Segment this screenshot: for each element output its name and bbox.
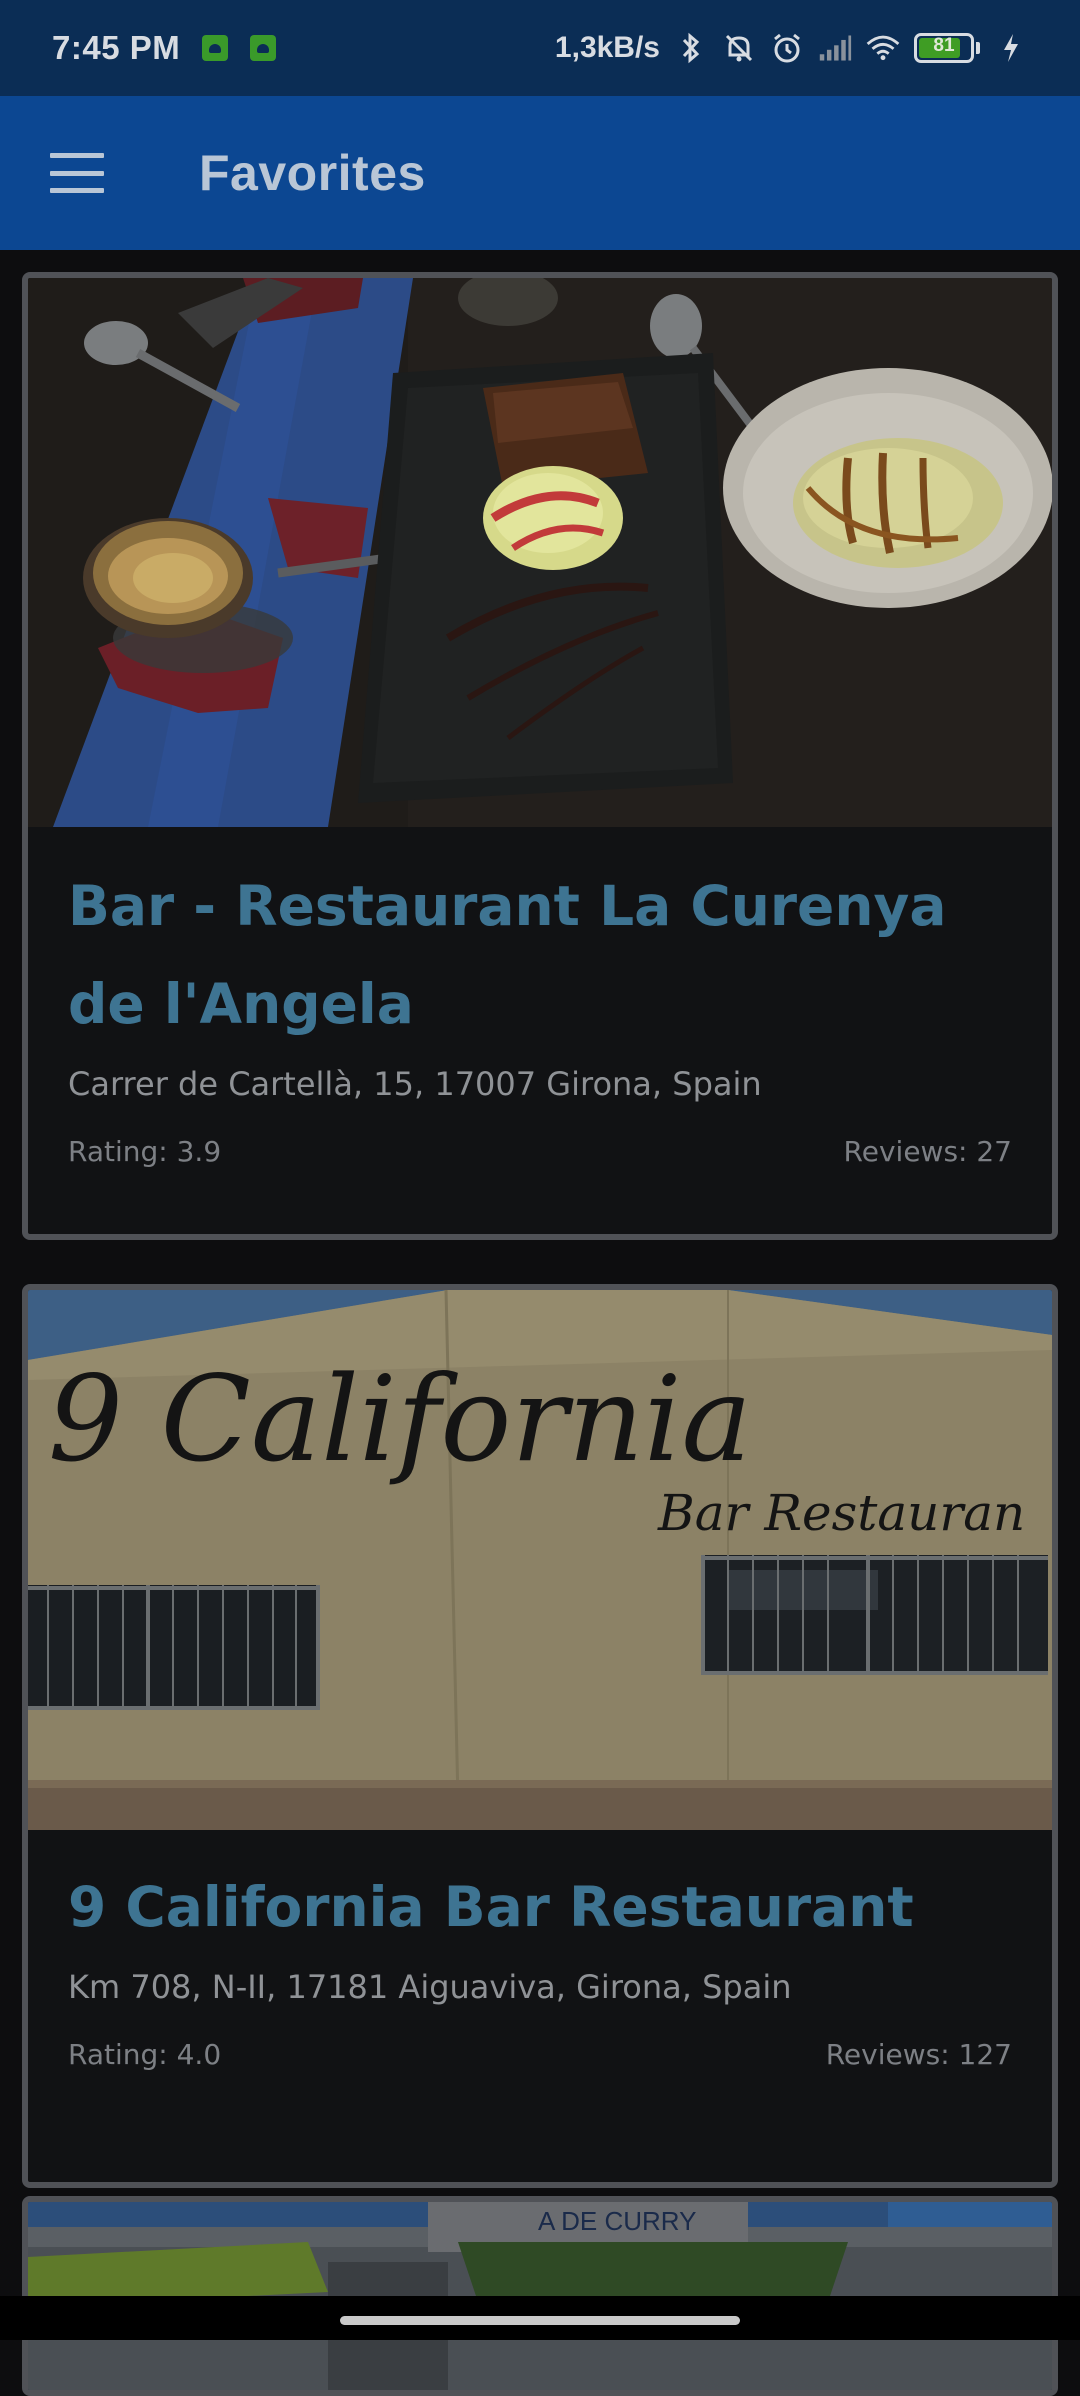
status-time: 7:45 PM [52,29,181,66]
desserts-photo [28,278,1052,827]
home-indicator[interactable] [340,2316,740,2325]
hamburger-menu-icon[interactable] [50,153,104,193]
mute-icon [722,31,756,65]
wifi-icon [866,31,900,65]
restaurant-name: 9 California Bar Restaurant [68,1875,914,1939]
restaurant-meta: Rating: 3.9 Reviews: 27 [28,1135,1052,1168]
signal-icon [818,31,852,65]
network-speed: 1,3kB/s [554,31,660,64]
restaurant-facade-photo: 9 California Bar Restauran [28,1290,1052,1830]
restaurant-name: Bar - Restaurant La Curenya de l'Angela [68,874,947,1036]
charging-icon [994,31,1028,65]
battery-icon: 81 [914,33,980,63]
android-notification-icon [202,35,229,61]
facade-sign-text: 9 California [48,1350,752,1488]
restaurant-address: Carrer de Cartellà, 15, 17007 Girona, Sp… [68,1065,762,1103]
storefront-sign-text: A DE CURRY [538,2206,696,2236]
page-title: Favorites [199,145,426,201]
android-notification-icon [250,35,277,61]
reviews-text: Reviews: 127 [825,2038,1012,2071]
navigation-bar [0,2296,1080,2340]
bluetooth-icon [674,31,708,65]
reviews-text: Reviews: 27 [843,1135,1012,1168]
restaurant-card[interactable]: Bar - Restaurant La Curenya de l'Angela … [22,272,1058,1240]
restaurant-card[interactable]: 9 California Bar Restauran 9 California … [22,1284,1058,2188]
alarm-icon [770,31,804,65]
rating-text: Rating: 4.0 [68,2038,222,2071]
status-bar: 7:45 PM 1,3kB/s 81 [0,0,1080,96]
restaurant-address: Km 708, N-II, 17181 Aiguaviva, Girona, S… [68,1968,792,2006]
app-bar: Favorites [0,96,1080,250]
rating-text: Rating: 3.9 [68,1135,222,1168]
restaurant-meta: Rating: 4.0 Reviews: 127 [28,2038,1052,2071]
facade-sign-subtext: Bar Restauran [657,1484,1025,1542]
status-indicators: 1,3kB/s 81 [555,31,1028,65]
battery-level: 81 [933,35,955,56]
